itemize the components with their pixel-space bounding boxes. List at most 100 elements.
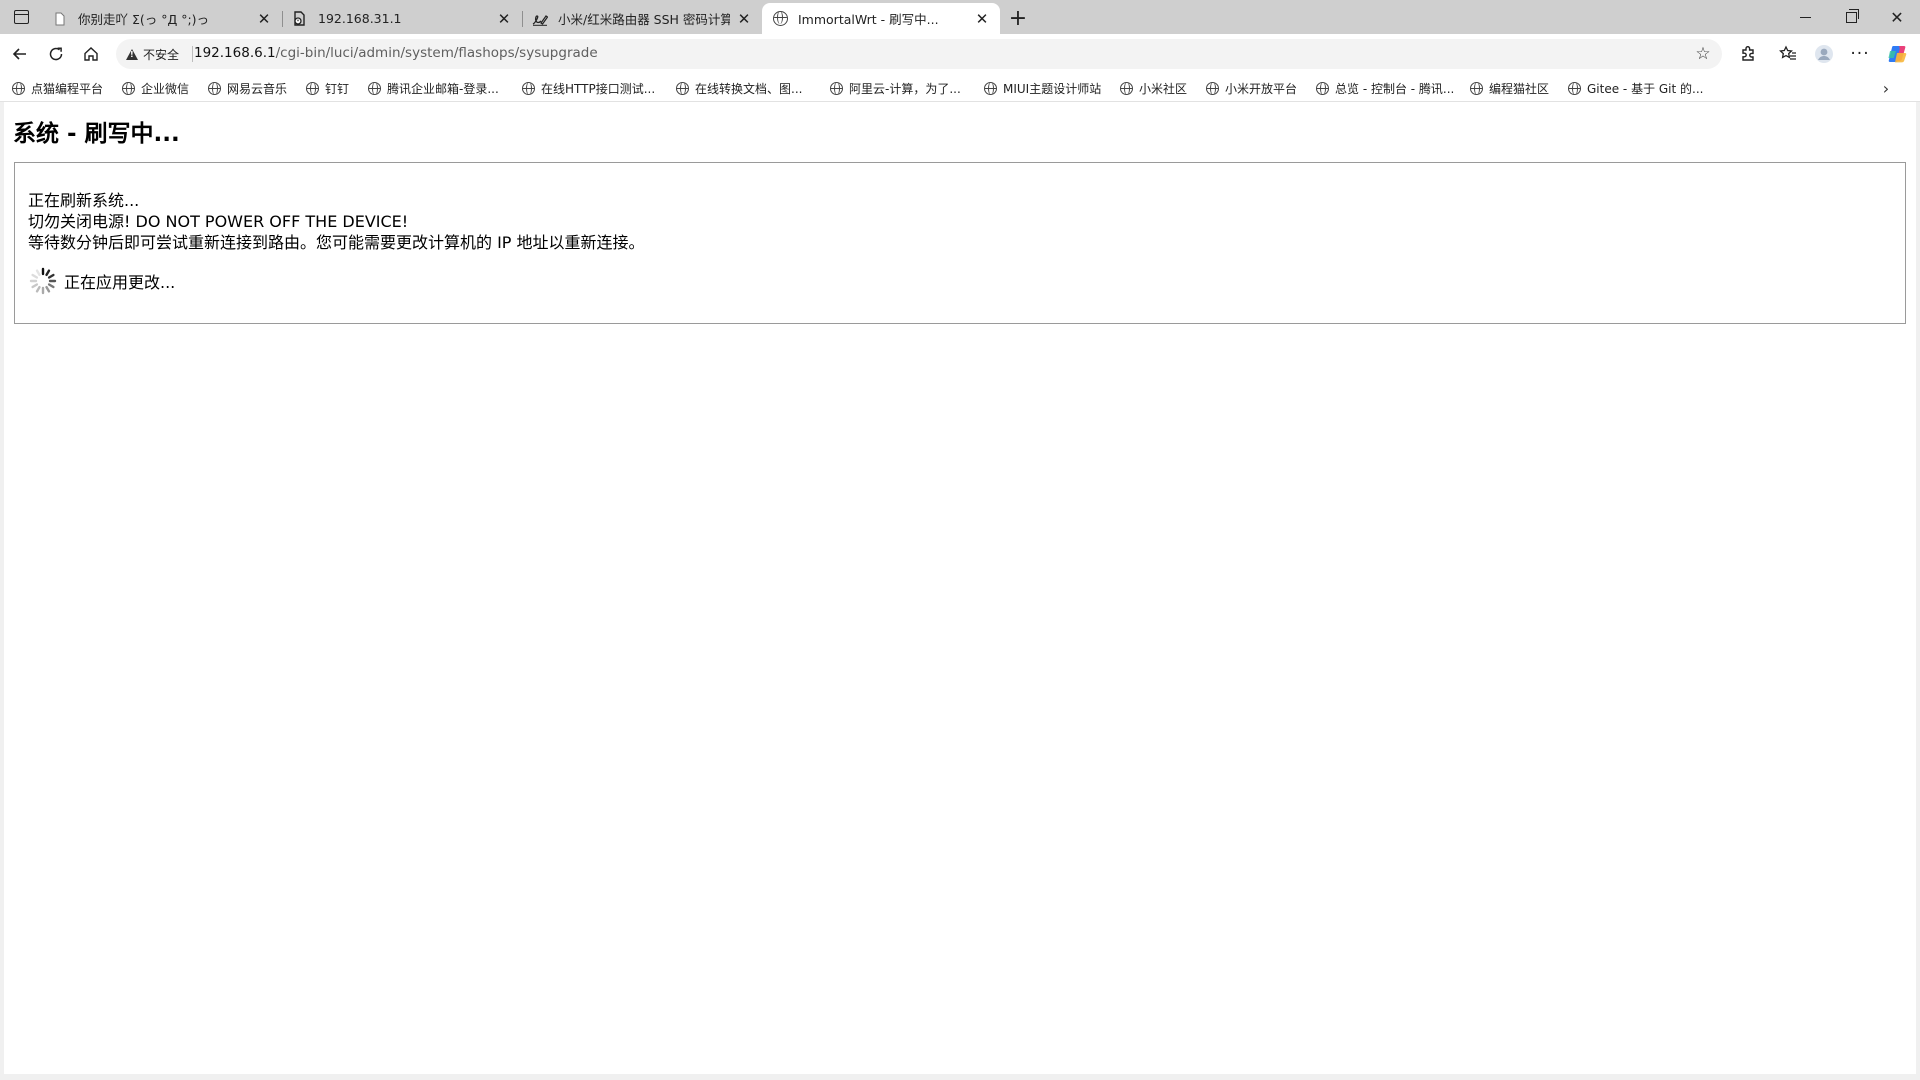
globe-icon bbox=[12, 81, 25, 95]
minimize-icon bbox=[1799, 16, 1811, 18]
restore-icon bbox=[1845, 8, 1859, 23]
profile-button[interactable] bbox=[1810, 40, 1838, 68]
back-button[interactable] bbox=[6, 40, 34, 68]
toolbar: 不安全 192.168.6.1/cgi-bin/luci/admin/syste… bbox=[0, 34, 1920, 74]
bookmark-label: MIUI主题设计师站 bbox=[1003, 81, 1102, 96]
close-icon[interactable]: ✕ bbox=[496, 10, 512, 28]
tab-strip: 你别走吖 Σ(っ °Д °;)っ ✕ 192.168.31.1 ✕ 小米/红米路… bbox=[0, 0, 1920, 34]
ellipsis-icon: ··· bbox=[1850, 44, 1870, 64]
sidebar-toggle-button[interactable] bbox=[6, 0, 36, 34]
address-divider bbox=[192, 46, 193, 62]
bookmark-item[interactable]: 编程猫社区 bbox=[1470, 78, 1549, 98]
applying-changes-text: 正在应用更改... bbox=[64, 273, 176, 292]
bookmark-item[interactable]: 钉钉 bbox=[306, 78, 349, 98]
extensions-button[interactable] bbox=[1734, 40, 1762, 68]
globe-icon bbox=[1470, 81, 1483, 95]
bookmark-item[interactable]: MIUI主题设计师站 bbox=[984, 78, 1101, 98]
refresh-button[interactable] bbox=[42, 40, 70, 68]
bookmark-label: 在线转换文档、图... bbox=[695, 81, 803, 96]
bookmark-item[interactable]: 总览 - 控制台 - 腾讯... bbox=[1316, 78, 1454, 98]
globe-icon bbox=[830, 81, 843, 95]
globe-icon bbox=[368, 81, 381, 95]
document-error-icon bbox=[292, 11, 308, 27]
chevron-right-icon: › bbox=[1882, 78, 1890, 98]
signature-icon bbox=[532, 11, 548, 27]
refresh-icon bbox=[49, 47, 63, 61]
copilot-button[interactable] bbox=[1884, 40, 1912, 68]
bookmark-label: Gitee - 基于 Git 的... bbox=[1587, 81, 1704, 96]
bookmark-label: 编程猫社区 bbox=[1489, 81, 1550, 96]
globe-icon bbox=[306, 81, 319, 95]
settings-more-button[interactable]: ··· bbox=[1846, 40, 1874, 68]
apply-status: 正在应用更改... bbox=[28, 266, 175, 296]
tab-3[interactable]: 小米/红米路由器 SSH 密码计算器 ✕ bbox=[522, 3, 762, 34]
puzzle-icon bbox=[1742, 46, 1754, 61]
tab-label: ImmortalWrt - 刷写中... bbox=[798, 12, 939, 27]
bookmark-item[interactable]: 点猫编程平台 bbox=[12, 78, 103, 98]
tab-label: 小米/红米路由器 SSH 密码计算器 bbox=[558, 12, 730, 27]
globe-icon bbox=[122, 81, 135, 95]
favorites-button[interactable] bbox=[1774, 40, 1802, 68]
globe-icon bbox=[1316, 81, 1329, 95]
avatar-icon bbox=[1815, 45, 1833, 63]
tab-4-active[interactable]: ImmortalWrt - 刷写中... ✕ bbox=[762, 3, 1000, 34]
page-viewport: 系统 - 刷写中... 正在刷新系统... 切勿关闭电源! DO NOT POW… bbox=[4, 102, 1916, 1074]
tab-1[interactable]: 你别走吖 Σ(っ °Д °;)っ ✕ bbox=[42, 3, 283, 34]
bookmark-label: 小米社区 bbox=[1139, 81, 1188, 96]
bookmark-label: 点猫编程平台 bbox=[31, 81, 104, 96]
tab-2[interactable]: 192.168.31.1 ✕ bbox=[282, 3, 523, 34]
close-icon[interactable]: ✕ bbox=[256, 10, 272, 28]
bookmark-item[interactable]: 在线转换文档、图... bbox=[676, 78, 802, 98]
address-bar[interactable]: 不安全 192.168.6.1/cgi-bin/luci/admin/syste… bbox=[116, 39, 1722, 69]
favorites-list-icon bbox=[1779, 45, 1796, 60]
favorite-star-button[interactable]: ☆ bbox=[1692, 43, 1714, 65]
sidebar-icon bbox=[13, 10, 29, 24]
bookmark-item[interactable]: 企业微信 bbox=[122, 78, 189, 98]
home-button[interactable] bbox=[77, 40, 105, 68]
copilot-icon bbox=[1888, 46, 1907, 63]
close-icon[interactable]: ✕ bbox=[736, 10, 752, 28]
restore-button[interactable] bbox=[1828, 0, 1874, 34]
security-indicator[interactable]: 不安全 bbox=[126, 45, 179, 63]
plus-icon: + bbox=[1008, 5, 1028, 31]
back-arrow-icon bbox=[12, 48, 26, 60]
flash-status-panel: 正在刷新系统... 切勿关闭电源! DO NOT POWER OFF THE D… bbox=[14, 162, 1906, 324]
bookmarks-overflow-button[interactable]: › bbox=[1876, 78, 1896, 98]
url-path: /cgi-bin/luci/admin/system/flashops/sysu… bbox=[275, 45, 598, 61]
bookmark-label: 在线HTTP接口测试... bbox=[541, 81, 656, 96]
bookmark-item[interactable]: 小米开放平台 bbox=[1206, 78, 1297, 98]
bookmark-item[interactable]: 网易云音乐 bbox=[208, 78, 287, 98]
close-icon: ✕ bbox=[1890, 7, 1904, 27]
bookmarks-bar: 点猫编程平台 企业微信 网易云音乐 钉钉 腾讯企业邮箱-登录... 在线HTTP… bbox=[0, 74, 1920, 102]
bookmark-item[interactable]: 腾讯企业邮箱-登录... bbox=[368, 78, 499, 98]
globe-icon bbox=[522, 81, 535, 95]
star-icon: ☆ bbox=[1695, 44, 1711, 64]
bookmark-label: 总览 - 控制台 - 腾讯... bbox=[1335, 81, 1455, 96]
close-window-button[interactable]: ✕ bbox=[1874, 0, 1920, 34]
globe-icon bbox=[208, 81, 221, 95]
bookmark-item[interactable]: Gitee - 基于 Git 的... bbox=[1568, 78, 1703, 98]
bookmark-label: 小米开放平台 bbox=[1225, 81, 1298, 96]
browser-window: 你别走吖 Σ(っ °Д °;)っ ✕ 192.168.31.1 ✕ 小米/红米路… bbox=[0, 0, 1920, 1080]
bookmark-item[interactable]: 在线HTTP接口测试... bbox=[522, 78, 655, 98]
bookmark-item[interactable]: 小米社区 bbox=[1120, 78, 1187, 98]
tab-label: 192.168.31.1 bbox=[318, 11, 402, 26]
globe-icon bbox=[1206, 81, 1219, 95]
bookmark-label: 阿里云-计算，为了... bbox=[849, 81, 961, 96]
page-title: 系统 - 刷写中... bbox=[13, 121, 180, 147]
new-tab-button[interactable]: + bbox=[1004, 4, 1032, 32]
bookmark-item[interactable]: 阿里云-计算，为了... bbox=[830, 78, 961, 98]
document-icon bbox=[52, 11, 68, 27]
close-icon[interactable]: ✕ bbox=[974, 10, 990, 28]
home-icon bbox=[84, 47, 98, 61]
globe-icon bbox=[772, 11, 788, 27]
url-text[interactable]: 192.168.6.1/cgi-bin/luci/admin/system/fl… bbox=[194, 45, 598, 61]
tab-label: 你别走吖 Σ(っ °Д °;)っ bbox=[78, 12, 210, 27]
bookmark-label: 网易云音乐 bbox=[227, 81, 288, 96]
url-host: 192.168.6.1 bbox=[194, 45, 276, 61]
loading-spinner-icon bbox=[29, 267, 57, 295]
globe-icon bbox=[676, 81, 689, 95]
bookmark-label: 腾讯企业邮箱-登录... bbox=[387, 81, 499, 96]
minimize-button[interactable] bbox=[1782, 0, 1828, 34]
globe-icon bbox=[1568, 81, 1581, 95]
